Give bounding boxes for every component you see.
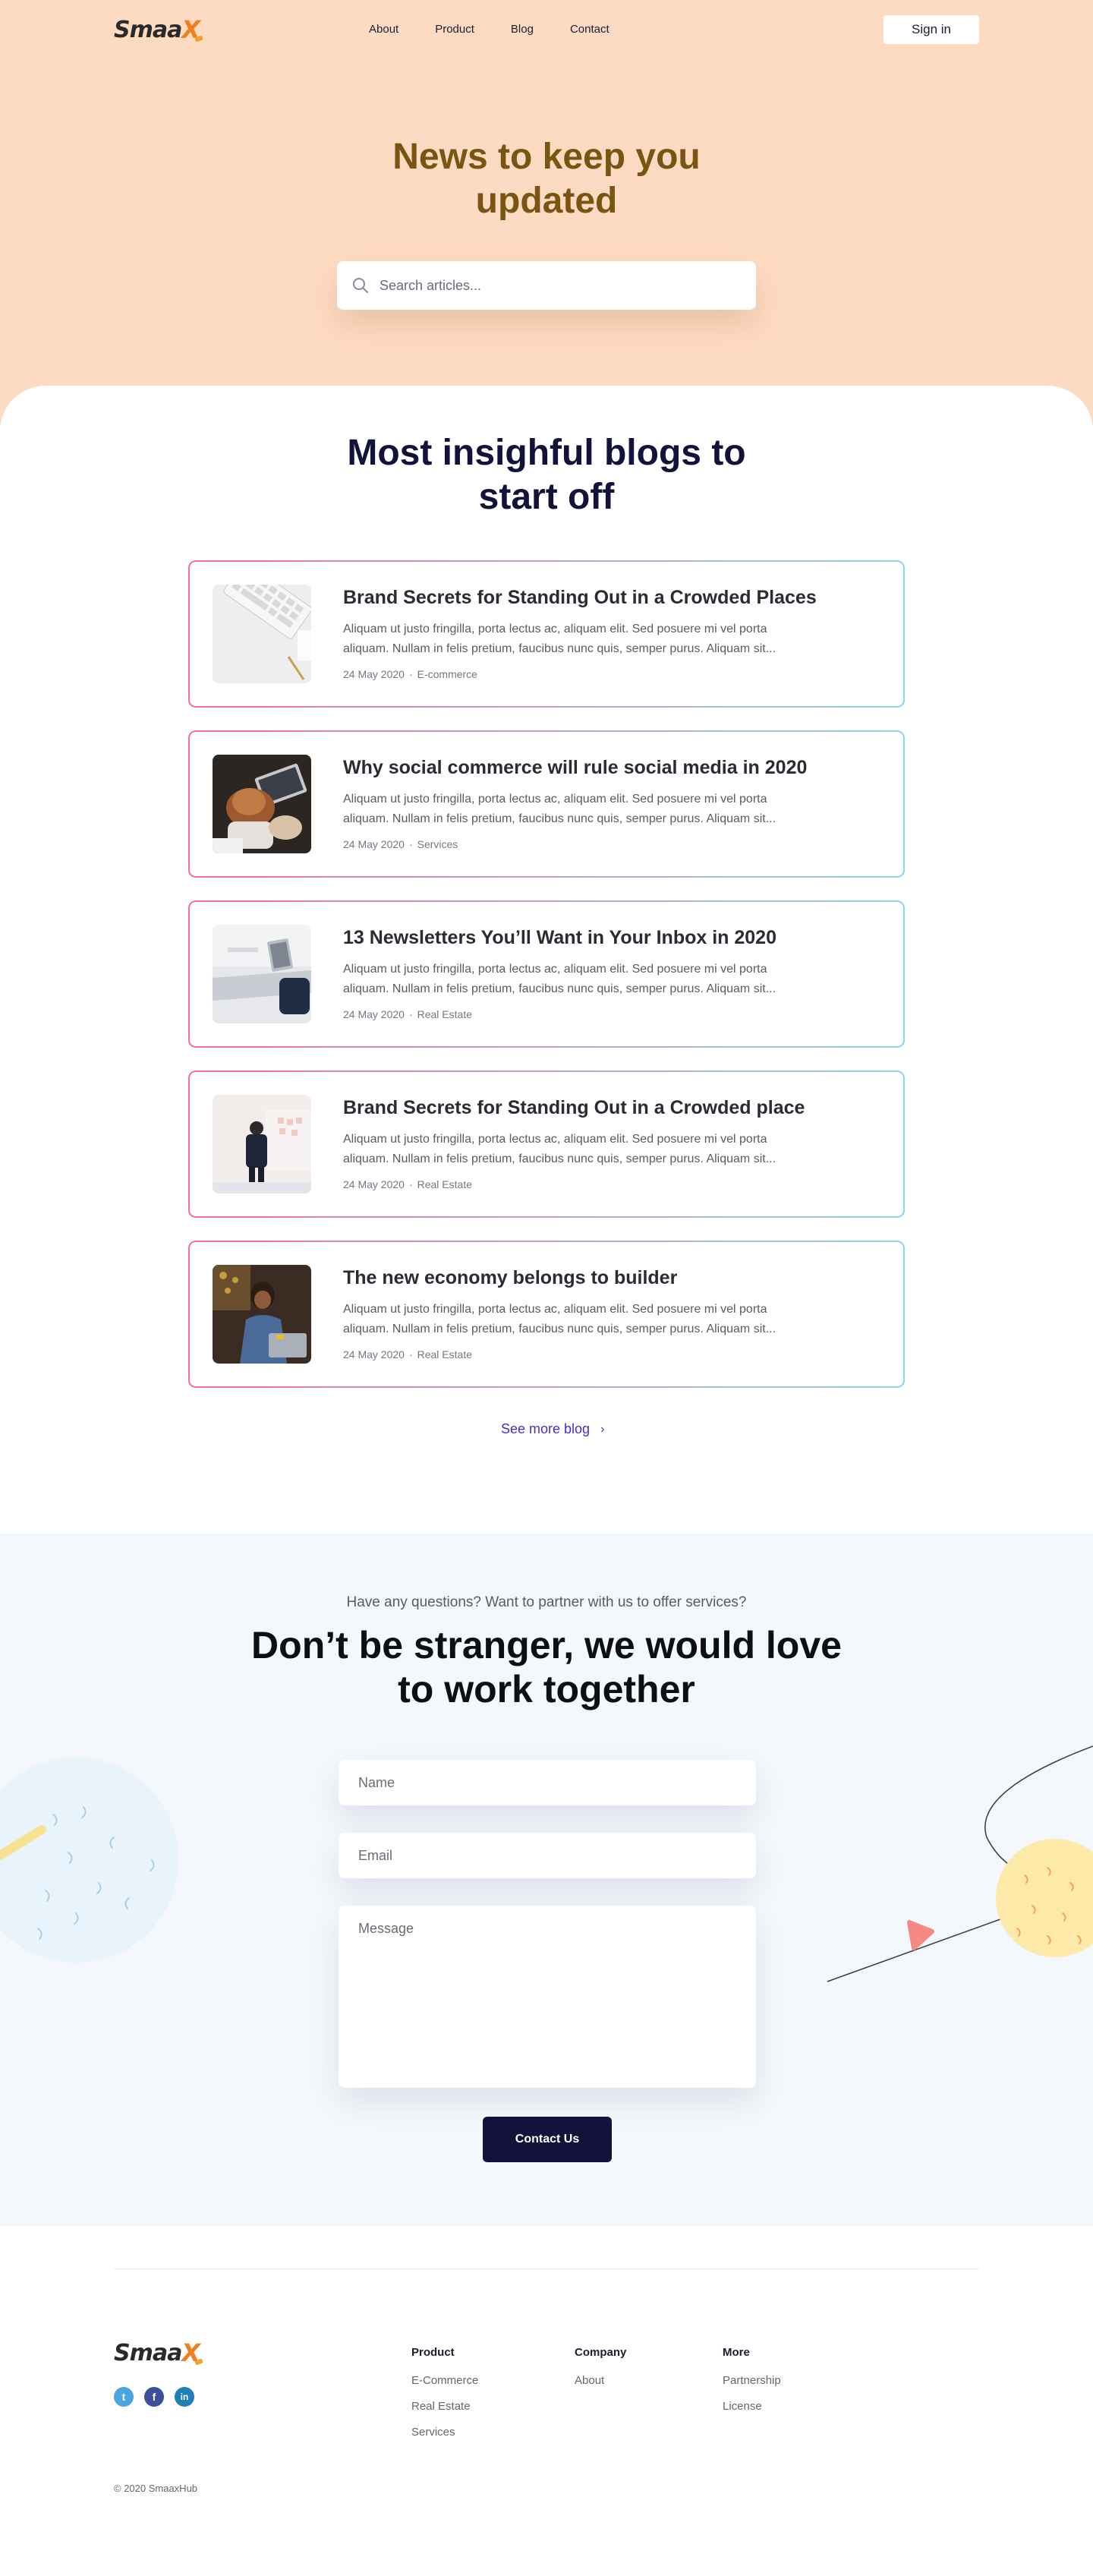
blog-card-meta: 24 May 2020 · Services <box>343 838 458 850</box>
footer-column-title: Product <box>411 2346 455 2359</box>
blog-card-excerpt: Aliquam ut justo fringilla, porta lectus… <box>343 623 776 655</box>
nav-link-blog[interactable]: Blog <box>511 23 534 36</box>
footer: Smaa X t f in Product E-Commerce Real Est… <box>0 2226 1093 2576</box>
blog-card-meta: 24 May 2020 · Real Estate <box>343 1178 472 1190</box>
twitter-icon[interactable]: t <box>114 2387 134 2407</box>
see-more-blog-link[interactable]: See more blog › <box>501 1421 604 1437</box>
footer-link-services[interactable]: Services <box>411 2426 478 2439</box>
nav-link-about[interactable]: About <box>369 23 398 36</box>
facebook-icon[interactable]: f <box>144 2387 164 2407</box>
logo-accent: X <box>181 15 200 44</box>
copyright-text: © 2020 SmaaxHub <box>114 2483 198 2494</box>
contact-subtitle: Have any questions? Want to partner with… <box>346 1594 747 1610</box>
footer-column-company: Company About <box>575 2346 626 2400</box>
blog-card-date: 24 May 2020 <box>343 1178 405 1190</box>
name-field[interactable] <box>339 1760 756 1805</box>
blog-card[interactable]: Brand Secrets for Standing Out in a Crow… <box>188 560 905 708</box>
decorative-circle-right <box>820 1716 1093 1993</box>
linkedin-icon[interactable]: in <box>175 2387 194 2407</box>
search-input[interactable] <box>380 277 744 294</box>
hero-section: Smaa X About Product Blog Contact Sign in… <box>0 0 1093 425</box>
contact-section: Have any questions? Want to partner with… <box>0 1534 1093 2226</box>
sign-in-button[interactable]: Sign in <box>884 15 979 44</box>
search-bar[interactable] <box>337 261 756 310</box>
blog-card[interactable]: The new economy belongs to builder Aliqu… <box>188 1241 905 1388</box>
footer-column-title: More <box>723 2346 750 2359</box>
blog-card[interactable]: Why social commerce will rule social med… <box>188 730 905 878</box>
blog-card-date: 24 May 2020 <box>343 1008 405 1020</box>
message-field[interactable] <box>339 1906 756 2088</box>
blog-card-excerpt: Aliquam ut justo fringilla, porta lectus… <box>343 793 776 825</box>
blog-card-category: E-commerce <box>417 668 477 680</box>
blog-thumbnail <box>213 1265 311 1364</box>
nav-link-product[interactable]: Product <box>435 23 474 36</box>
blog-card-meta: 24 May 2020 · Real Estate <box>343 1008 472 1020</box>
blog-card-meta: 24 May 2020 · E-commerce <box>343 668 477 680</box>
blog-card-excerpt: Aliquam ut justo fringilla, porta lectus… <box>343 963 776 995</box>
blog-card-excerpt: Aliquam ut justo fringilla, porta lectus… <box>343 1133 776 1165</box>
blog-card-date: 24 May 2020 <box>343 668 405 680</box>
logo[interactable]: Smaa X <box>114 15 200 44</box>
blog-card-category: Real Estate <box>417 1008 472 1020</box>
social-links: t f in <box>114 2387 194 2407</box>
contact-us-button[interactable]: Contact Us <box>483 2117 612 2162</box>
footer-link-ecommerce[interactable]: E-Commerce <box>411 2374 478 2387</box>
blog-section-title: Most insighful blogs to start off <box>347 433 746 517</box>
blog-card-title: Brand Secrets for Standing Out in a Crow… <box>343 587 817 608</box>
hero-title: News to keep you updated <box>392 137 701 221</box>
email-field[interactable] <box>339 1833 756 1878</box>
blog-thumbnail <box>213 1095 311 1193</box>
blog-card-date: 24 May 2020 <box>343 838 405 850</box>
decorative-circle-left <box>0 1746 182 1978</box>
top-nav: Smaa X About Product Blog Contact Sign in <box>0 0 1093 61</box>
nav-links: About Product Blog Contact <box>369 23 646 36</box>
blog-thumbnail <box>213 585 311 683</box>
blog-card-title: 13 Newsletters You’ll Want in Your Inbox… <box>343 927 776 948</box>
footer-link-real-estate[interactable]: Real Estate <box>411 2400 478 2413</box>
blog-thumbnail <box>213 925 311 1023</box>
blog-card-list: Brand Secrets for Standing Out in a Crow… <box>188 560 905 1411</box>
blog-card-meta: 24 May 2020 · Real Estate <box>343 1348 472 1361</box>
footer-link-partnership[interactable]: Partnership <box>723 2374 781 2387</box>
blog-card[interactable]: 13 Newsletters You’ll Want in Your Inbox… <box>188 900 905 1048</box>
footer-column-more: More Partnership License <box>723 2346 781 2426</box>
logo-text: Smaa <box>114 16 182 43</box>
search-icon <box>352 277 369 294</box>
logo-accent: X <box>181 2338 200 2367</box>
footer-logo[interactable]: Smaa X <box>114 2338 200 2367</box>
nav-link-contact[interactable]: Contact <box>570 23 609 36</box>
footer-column-product: Product E-Commerce Real Estate Services <box>411 2346 478 2451</box>
blog-card-category: Real Estate <box>417 1178 472 1190</box>
footer-link-about[interactable]: About <box>575 2374 626 2387</box>
blog-card-category: Real Estate <box>417 1348 472 1361</box>
blog-card-date: 24 May 2020 <box>343 1348 405 1361</box>
logo-text: Smaa <box>114 2339 182 2366</box>
see-more-label: See more blog <box>501 1421 591 1436</box>
blog-card-title: The new economy belongs to builder <box>343 1267 678 1288</box>
footer-link-license[interactable]: License <box>723 2400 781 2413</box>
blog-thumbnail <box>213 755 311 853</box>
blog-card-title: Why social commerce will rule social med… <box>343 757 808 778</box>
blog-card-title: Brand Secrets for Standing Out in a Crow… <box>343 1097 805 1118</box>
blog-card-category: Services <box>417 838 458 850</box>
blog-card[interactable]: Brand Secrets for Standing Out in a Crow… <box>188 1070 905 1218</box>
chevron-right-icon: › <box>600 1422 605 1436</box>
blog-section: Most insighful blogs to start off Brand … <box>0 386 1093 1534</box>
footer-column-title: Company <box>575 2346 627 2359</box>
blog-card-excerpt: Aliquam ut justo fringilla, porta lectus… <box>343 1303 776 1335</box>
contact-title: Don’t be stranger, we would love to work… <box>251 1624 842 1711</box>
